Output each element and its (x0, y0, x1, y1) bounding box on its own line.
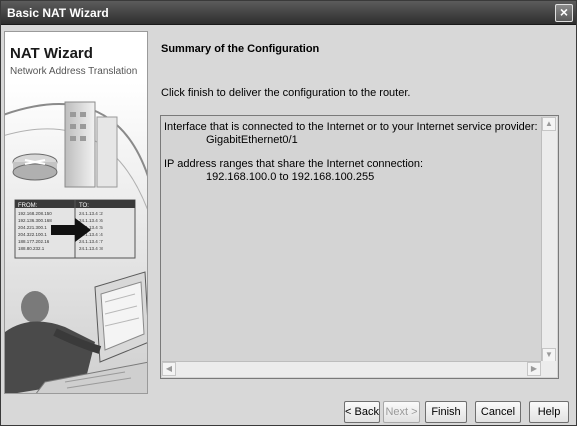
summary-ip-range-label: IP address ranges that share the Interne… (164, 158, 424, 170)
svg-text:FROM:: FROM: (18, 203, 38, 209)
close-icon: × (559, 4, 569, 20)
side-panel-subtitle: Network Address Translation (10, 66, 138, 77)
next-button[interactable]: Next > (383, 401, 420, 423)
router-icon (12, 153, 58, 181)
summary-content: Interface that is connected to the Inter… (162, 117, 541, 362)
title-bar[interactable]: Basic NAT Wizard × (1, 1, 576, 25)
chevron-up-icon: ▲ (545, 119, 553, 128)
chevron-down-icon: ▼ (545, 350, 553, 359)
table-cell: 188.177.202.16 (18, 239, 50, 244)
table-cell: 24.1.13.4 :2 (79, 211, 103, 216)
scroll-down-button[interactable]: ▼ (542, 348, 556, 362)
summary-interface-value: GigabitEthernet0/1 (206, 134, 298, 146)
table-cell: 24.1.13.4 :6 (79, 218, 103, 223)
close-button[interactable]: × (555, 4, 573, 22)
nat-wizard-window: Basic NAT Wizard × NAT Wizard Network Ad… (0, 0, 577, 426)
summary-interface-label: Interface that is connected to the Inter… (164, 121, 538, 133)
help-button[interactable]: Help (529, 401, 569, 423)
table-cell: 188.80.232.1 (18, 246, 45, 251)
content-panel: Summary of the Configuration Click finis… (154, 31, 573, 394)
scroll-right-button[interactable]: ▶ (527, 362, 541, 376)
intro-text: Click finish to deliver the configuratio… (161, 87, 411, 99)
side-panel: NAT Wizard Network Address Translation F… (4, 31, 148, 394)
nat-illustration: FROM: TO: 192.168.208.150 24.1.13.4 :2 192… (5, 82, 147, 393)
translation-table: FROM: TO: 192.168.208.150 24.1.13.4 :2 192… (14, 199, 136, 259)
summary-textarea[interactable]: Interface that is connected to the Inter… (160, 115, 559, 379)
window-title: Basic NAT Wizard (7, 6, 109, 20)
table-cell: 192.136.300.168 (18, 218, 52, 223)
svg-text:TO:: TO: (79, 203, 89, 209)
page-heading: Summary of the Configuration (161, 43, 320, 55)
summary-ip-range-value: 192.168.100.0 to 192.168.100.255 (206, 171, 375, 183)
scroll-left-button[interactable]: ◀ (162, 362, 176, 376)
table-cell: 192.168.208.150 (18, 211, 52, 216)
cancel-button[interactable]: Cancel (475, 401, 521, 423)
button-bar: < Back Next > Finish Cancel Help (1, 397, 576, 426)
scroll-corner (541, 361, 557, 377)
chevron-right-icon: ▶ (530, 364, 538, 373)
chevron-left-icon: ◀ (165, 364, 173, 373)
scroll-up-button[interactable]: ▲ (542, 117, 556, 131)
table-cell: 204.322.100.1 (18, 232, 47, 237)
table-cell: 204.221.300.1 (18, 225, 47, 230)
back-button[interactable]: < Back (344, 401, 380, 423)
table-cell: 24.1.13.4 :8 (79, 246, 103, 251)
side-panel-title: NAT Wizard (10, 45, 93, 62)
horizontal-scrollbar[interactable]: ◀ ▶ (162, 361, 541, 377)
table-cell: 24.1.13.4 :7 (79, 239, 103, 244)
finish-button[interactable]: Finish (425, 401, 467, 423)
vertical-scrollbar[interactable]: ▲ ▼ (541, 117, 557, 362)
